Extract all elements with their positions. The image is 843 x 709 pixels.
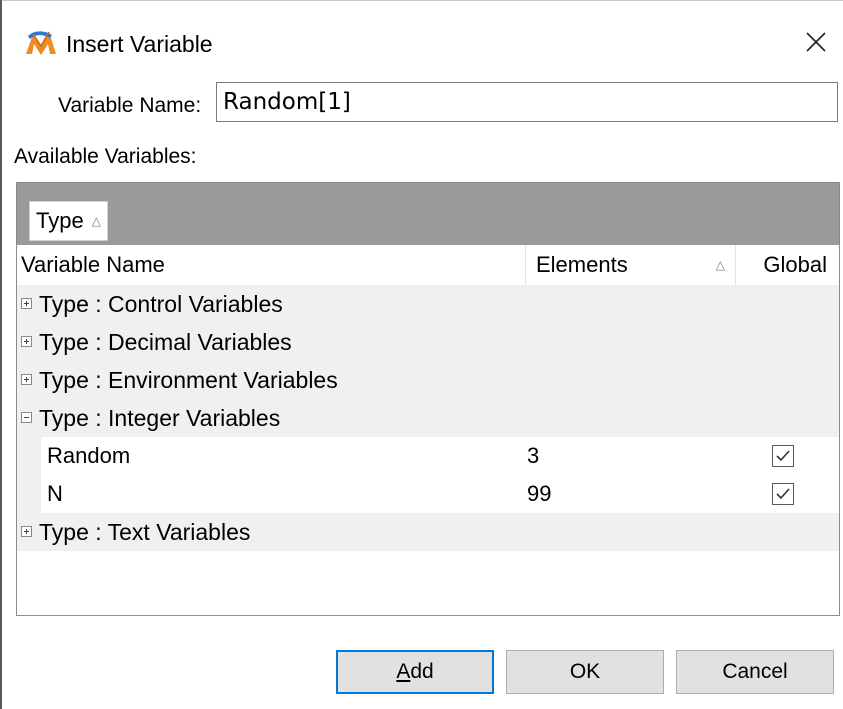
group-row-decimal[interactable]: Type : Decimal Variables — [17, 323, 839, 361]
close-icon — [806, 32, 826, 52]
collapse-minus-icon[interactable] — [21, 412, 32, 423]
group-row-label: Type : Decimal Variables — [39, 329, 292, 355]
cancel-button-label: Cancel — [722, 660, 788, 683]
elements-cell: 3 — [527, 443, 540, 468]
available-variables-label: Available Variables: — [14, 145, 197, 168]
ok-button[interactable]: OK — [506, 650, 664, 694]
global-checkbox[interactable] — [772, 483, 794, 505]
sort-ascending-icon: △ — [91, 214, 101, 228]
window-title: Insert Variable — [66, 31, 213, 57]
indent-spacer — [17, 437, 41, 475]
column-header-global[interactable]: Global — [735, 245, 839, 285]
add-button-label: dd — [410, 660, 434, 683]
group-row-control[interactable]: Type : Control Variables — [17, 285, 839, 323]
group-row-label: Type : Control Variables — [39, 291, 283, 317]
column-header-elements-label: Elements — [536, 252, 628, 277]
sort-ascending-icon: △ — [715, 258, 725, 272]
global-checkbox[interactable] — [772, 445, 794, 467]
expand-plus-icon[interactable] — [21, 336, 32, 347]
maplesim-logo-icon — [24, 28, 58, 58]
table-row[interactable]: N 99 — [17, 475, 839, 513]
ok-button-label: OK — [569, 660, 601, 683]
column-header-variable-name[interactable]: Variable Name — [21, 245, 165, 285]
indent-spacer — [17, 475, 41, 513]
window-left-border — [0, 0, 2, 709]
variable-name-cell: N — [47, 481, 63, 506]
group-row-label: Type : Environment Variables — [39, 367, 338, 393]
column-header-elements[interactable]: Elements △ — [525, 245, 735, 285]
checkmark-icon — [776, 488, 790, 500]
group-by-type-chip[interactable]: Type △ — [29, 201, 108, 241]
cancel-button[interactable]: Cancel — [676, 650, 834, 694]
add-button[interactable]: Add — [336, 650, 494, 694]
expand-plus-icon[interactable] — [21, 374, 32, 385]
expand-plus-icon[interactable] — [21, 526, 32, 537]
group-row-label: Type : Text Variables — [39, 519, 251, 545]
group-by-label: Type — [36, 208, 84, 233]
elements-cell: 99 — [527, 481, 552, 506]
add-button-mnemonic: A — [396, 660, 411, 683]
variables-grid[interactable]: Type △ Variable Name Elements △ Global T… — [16, 182, 840, 616]
grid-rows: Type : Control Variables Type : Decimal … — [17, 285, 839, 551]
checkmark-icon — [776, 450, 790, 462]
group-row-text[interactable]: Type : Text Variables — [17, 513, 839, 551]
group-row-environment[interactable]: Type : Environment Variables — [17, 361, 839, 399]
table-row[interactable]: Random 3 — [17, 437, 839, 475]
column-headers: Variable Name Elements △ Global — [17, 245, 839, 285]
variable-name-label: Variable Name: — [58, 94, 202, 117]
group-by-panel: Type △ — [17, 183, 839, 245]
title-bar: Insert Variable — [0, 0, 843, 82]
variable-name-input[interactable] — [216, 82, 838, 122]
group-row-integer[interactable]: Type : Integer Variables — [17, 399, 839, 437]
close-button[interactable] — [796, 22, 836, 62]
variable-name-cell: Random — [47, 443, 131, 468]
expand-plus-icon[interactable] — [21, 298, 32, 309]
group-row-label: Type : Integer Variables — [39, 405, 281, 431]
